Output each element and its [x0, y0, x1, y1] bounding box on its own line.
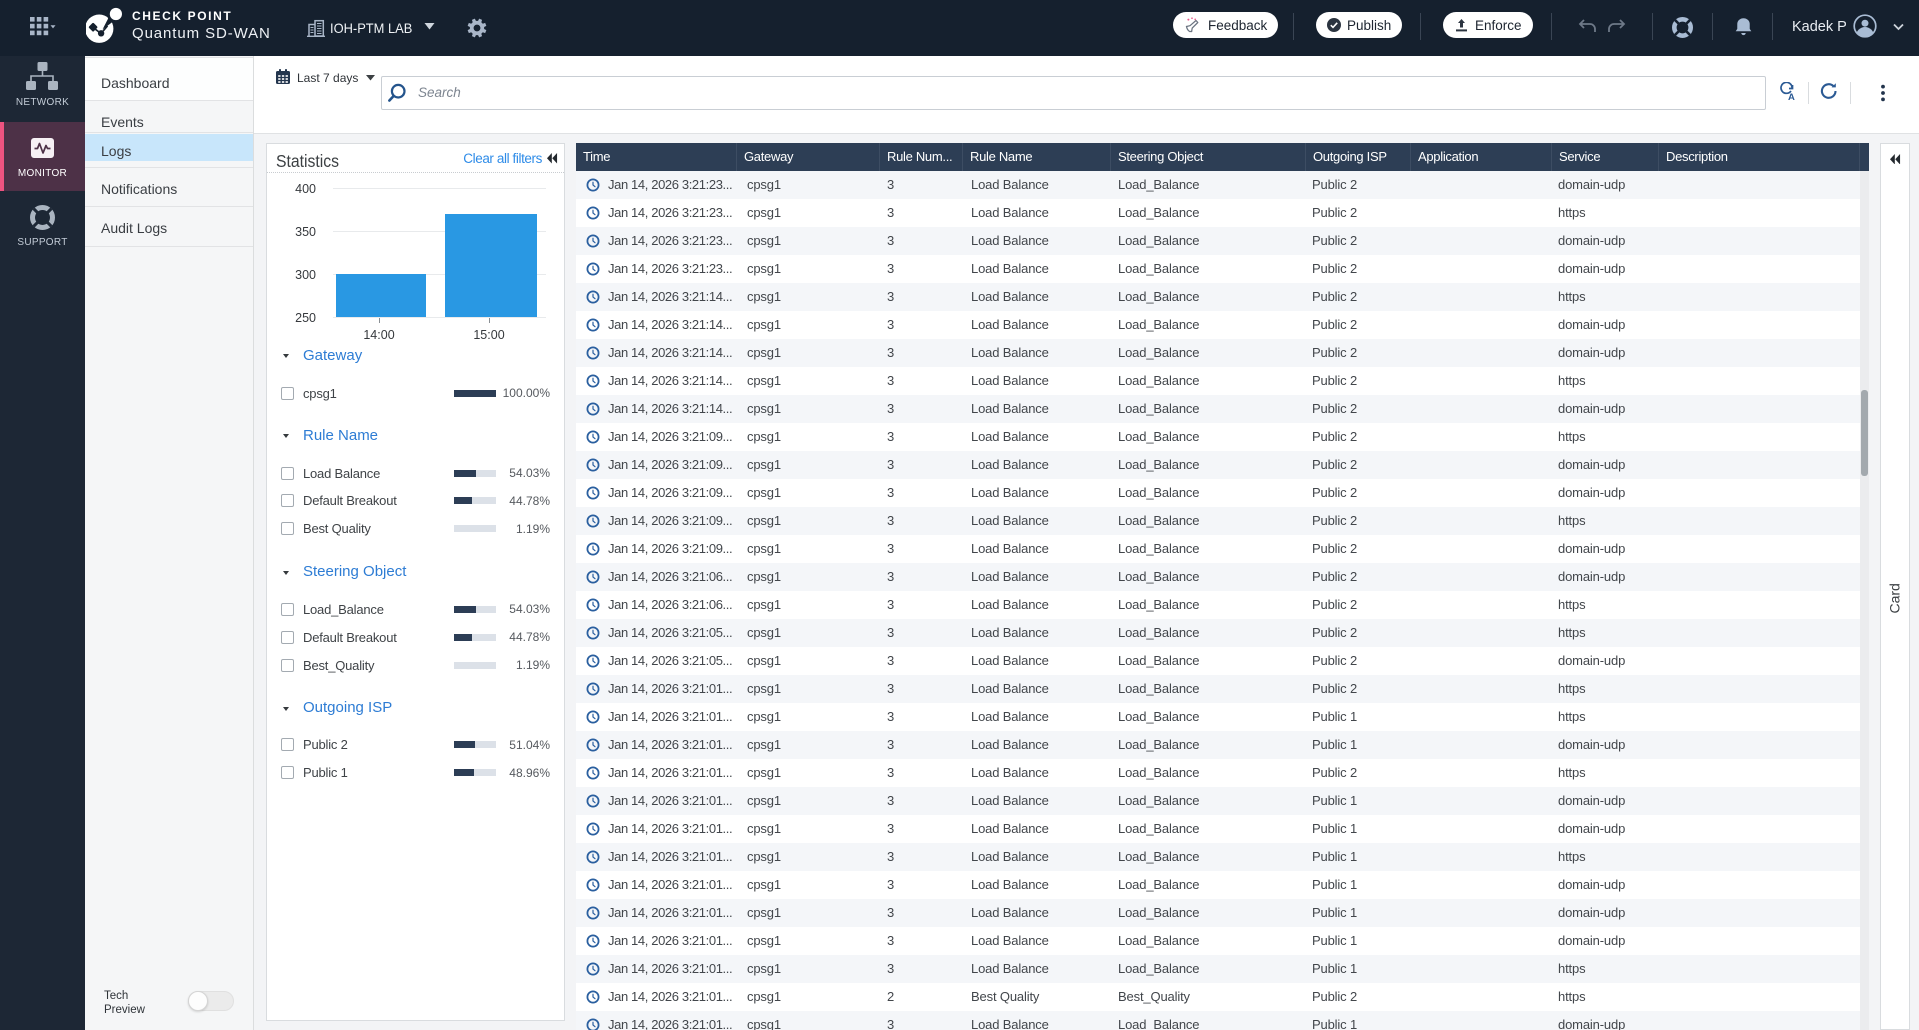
- svg-text:A: A: [1788, 92, 1795, 101]
